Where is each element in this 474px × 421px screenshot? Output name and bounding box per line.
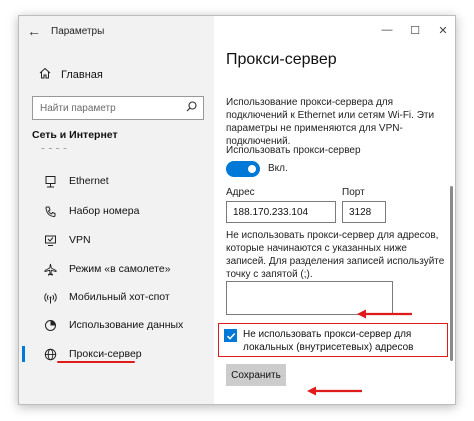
local-addresses-checkbox[interactable] <box>224 329 237 342</box>
search-input[interactable] <box>40 102 180 114</box>
page-title: Прокси-сервер <box>226 51 337 68</box>
title-bar: ← Параметры <box>19 16 214 46</box>
sidebar-item-label: Прокси-сервер <box>69 348 142 360</box>
sidebar-item-label: Режим «в самолете» <box>69 263 171 275</box>
toggle-knob <box>248 165 256 173</box>
sidebar-item-ethernet[interactable]: Ethernet <box>19 168 214 194</box>
sidebar-item-mobile-hotspot[interactable]: Мобильный хот-спот <box>19 284 214 310</box>
address-label: Адрес <box>226 187 255 198</box>
port-field[interactable] <box>342 201 386 223</box>
checkmark-icon <box>226 332 235 340</box>
home-icon <box>39 66 51 84</box>
sidebar-item-proxy[interactable]: Прокси-сервер <box>19 341 214 367</box>
sidebar-item-label: Набор номера <box>69 205 140 217</box>
use-proxy-toggle[interactable] <box>226 161 260 177</box>
search-icon[interactable] <box>186 99 197 117</box>
sidebar-item-dialup[interactable]: Набор номера <box>19 198 214 224</box>
ethernet-icon <box>43 174 57 188</box>
local-addresses-label: Не использовать прокси-сервер для локаль… <box>243 329 414 353</box>
sidebar-item-home[interactable]: Главная <box>19 62 214 88</box>
address-field[interactable] <box>226 201 336 223</box>
close-button[interactable]: ✕ <box>429 16 455 44</box>
sidebar-item-airplane-mode[interactable]: Режим «в самолете» <box>19 256 214 282</box>
close-icon: ✕ <box>438 24 448 37</box>
hotspot-icon <box>43 290 57 304</box>
exceptions-description: Не использовать прокси-сервер для адресо… <box>226 230 445 280</box>
sidebar: ← Параметры Главная Сеть и Интернет - - … <box>19 16 214 404</box>
content-pane: — ☐ ✕ Прокси-сервер - - - - - - - - - - … <box>214 16 455 404</box>
globe-icon <box>43 347 57 361</box>
back-arrow-icon: ← <box>27 23 41 39</box>
maximize-icon: ☐ <box>410 24 420 37</box>
minimize-button[interactable]: — <box>373 16 401 44</box>
sidebar-item-label: Использование данных <box>69 319 184 331</box>
window-controls: — ☐ ✕ <box>373 16 455 44</box>
partially-hidden-item: - - - - <box>41 148 81 154</box>
partially-hidden-text: - - - - - - - - - - - - - - - - - <box>226 76 401 82</box>
window-title: Параметры <box>51 25 105 37</box>
proxy-description: Использование прокси-сервера для подключ… <box>226 97 435 147</box>
sidebar-item-label: VPN <box>69 234 91 246</box>
vpn-icon <box>43 233 57 247</box>
sidebar-item-data-usage[interactable]: Использование данных <box>19 312 214 338</box>
minimize-icon: — <box>381 24 393 36</box>
airplane-icon <box>43 262 57 276</box>
section-title: Сеть и Интернет <box>32 129 118 141</box>
local-addresses-option: Не использовать прокси-сервер для локаль… <box>218 323 448 357</box>
dialup-icon <box>43 204 57 218</box>
save-button[interactable]: Сохранить <box>226 364 286 386</box>
maximize-button[interactable]: ☐ <box>401 16 429 44</box>
use-proxy-label: Использовать прокси-сервер <box>226 145 361 156</box>
data-usage-icon <box>43 318 57 332</box>
toggle-state-label: Вкл. <box>268 163 288 174</box>
home-label: Главная <box>61 69 103 81</box>
scrollbar[interactable] <box>450 186 453 361</box>
annotation-arrow-icon <box>307 386 362 396</box>
annotation-underline <box>57 361 135 363</box>
back-button[interactable]: ← <box>19 16 49 46</box>
search-box <box>32 96 204 120</box>
sidebar-item-label: Мобильный хот-спот <box>69 291 170 303</box>
sidebar-item-vpn[interactable]: VPN <box>19 227 214 253</box>
sidebar-item-label: Ethernet <box>69 175 109 187</box>
exceptions-input[interactable] <box>226 281 393 315</box>
settings-window: ← Параметры Главная Сеть и Интернет - - … <box>18 15 456 405</box>
port-label: Порт <box>342 187 365 198</box>
